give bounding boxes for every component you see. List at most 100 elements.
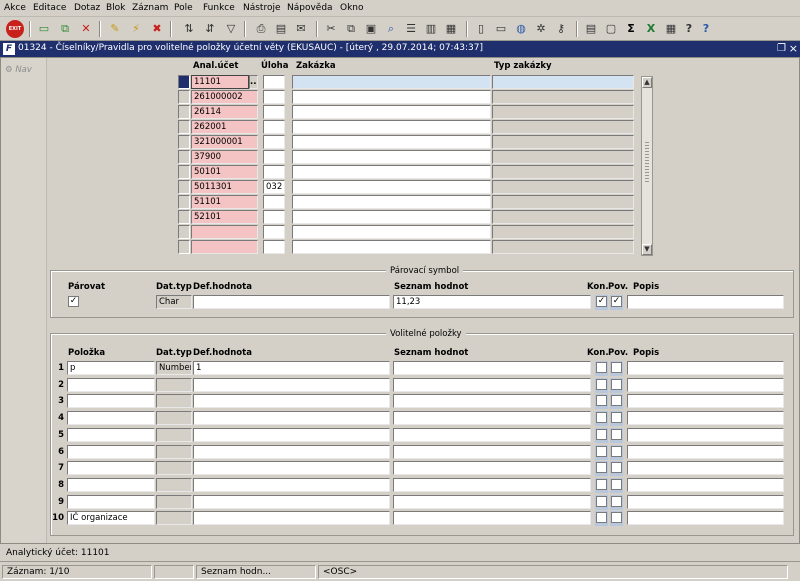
uloha-field[interactable]	[263, 105, 285, 119]
close-icon[interactable]: ×	[789, 42, 798, 55]
anal-ucet-field[interactable]	[191, 225, 258, 239]
menu-editace[interactable]: Editace	[33, 3, 66, 13]
polozka-field[interactable]	[67, 411, 155, 425]
pov-checkbox[interactable]	[611, 496, 622, 507]
polozka-field[interactable]	[67, 445, 155, 459]
anal-ucet-field[interactable]: 26114	[191, 105, 258, 119]
parovaci-pov-checkbox[interactable]: ✓	[611, 296, 622, 307]
polozka-field[interactable]	[67, 378, 155, 392]
zakazka-field[interactable]	[292, 90, 491, 104]
anal-ucet-field[interactable]: 11101	[191, 75, 249, 89]
sort-ascending-icon[interactable]: ⇅	[180, 20, 198, 38]
uloha-field[interactable]: 032	[263, 180, 285, 194]
uloha-field[interactable]	[263, 210, 285, 224]
cut-icon[interactable]: ✂	[322, 20, 340, 38]
row-selector[interactable]	[178, 150, 190, 164]
row-selector[interactable]	[178, 75, 190, 89]
columns-icon[interactable]: ▥	[422, 20, 440, 38]
filter-icon[interactable]: ▽	[222, 20, 240, 38]
seznam-hodnot-field[interactable]	[393, 461, 591, 475]
uloha-field[interactable]	[263, 135, 285, 149]
polozka-field[interactable]	[67, 478, 155, 492]
row-selector[interactable]	[178, 240, 190, 254]
popis-field[interactable]	[627, 378, 784, 392]
kon-checkbox[interactable]	[596, 479, 607, 490]
popis-field[interactable]	[627, 445, 784, 459]
zakazka-field[interactable]	[292, 120, 491, 134]
menu-blok[interactable]: Blok	[106, 3, 125, 13]
menu-akce[interactable]: Akce	[4, 3, 26, 13]
kon-checkbox[interactable]	[596, 429, 607, 440]
context-help-icon[interactable]: ?	[697, 20, 715, 38]
kon-checkbox[interactable]	[596, 412, 607, 423]
popis-field[interactable]	[627, 428, 784, 442]
note-icon[interactable]: ▢	[602, 20, 620, 38]
kon-checkbox[interactable]	[596, 446, 607, 457]
uloha-field[interactable]	[263, 90, 285, 104]
print-icon[interactable]: ⎙	[252, 20, 270, 38]
parovaci-kon-checkbox[interactable]: ✓	[596, 296, 607, 307]
insert-record-icon[interactable]: ▭	[35, 20, 53, 38]
polozka-field[interactable]	[67, 394, 155, 408]
parovaci-seznam-hodnot[interactable]: 11,23	[393, 295, 591, 309]
copy-icon[interactable]: ⧉	[342, 20, 360, 38]
print-preview-icon[interactable]: ▤	[272, 20, 290, 38]
delete-record-icon[interactable]: ✕	[77, 20, 95, 38]
kon-checkbox[interactable]	[596, 462, 607, 473]
row-selector[interactable]	[178, 120, 190, 134]
seznam-hodnot-field[interactable]	[393, 394, 591, 408]
grid-icon[interactable]: ▦	[442, 20, 460, 38]
execute-query-icon[interactable]: ⚡	[127, 20, 145, 38]
anal-ucet-field[interactable]	[191, 240, 258, 254]
popis-field[interactable]	[627, 411, 784, 425]
def-hodnota-field[interactable]	[193, 394, 390, 408]
lov-button[interactable]: ...	[249, 75, 258, 89]
anal-ucet-field[interactable]: 51101	[191, 195, 258, 209]
zakazka-field[interactable]	[292, 240, 491, 254]
row-selector[interactable]	[178, 195, 190, 209]
calendar-icon[interactable]: ▦	[662, 20, 680, 38]
duplicate-record-icon[interactable]: ⧉	[56, 20, 74, 38]
uloha-field[interactable]	[263, 150, 285, 164]
zakazka-field[interactable]	[292, 195, 491, 209]
zakazka-field[interactable]	[292, 180, 491, 194]
menu-napoveda[interactable]: Nápověda	[287, 3, 333, 13]
kon-checkbox[interactable]	[596, 496, 607, 507]
def-hodnota-field[interactable]	[193, 478, 390, 492]
def-hodnota-field[interactable]: 1	[193, 361, 390, 375]
anal-ucet-field[interactable]: 52101	[191, 210, 258, 224]
enter-query-icon[interactable]: ✎	[106, 20, 124, 38]
uloha-field[interactable]	[263, 225, 285, 239]
row-selector[interactable]	[178, 165, 190, 179]
scroll-up-icon[interactable]: ▲	[642, 77, 652, 88]
popis-field[interactable]	[627, 394, 784, 408]
pov-checkbox[interactable]	[611, 512, 622, 523]
scroll-down-icon[interactable]: ▼	[642, 244, 652, 255]
settings-icon[interactable]: ✲	[532, 20, 550, 38]
zakazka-field[interactable]	[292, 135, 491, 149]
popis-field[interactable]	[627, 478, 784, 492]
pov-checkbox[interactable]	[611, 446, 622, 457]
seznam-hodnot-field[interactable]	[393, 428, 591, 442]
def-hodnota-field[interactable]	[193, 445, 390, 459]
row-selector[interactable]	[178, 210, 190, 224]
menu-zaznam[interactable]: Záznam	[132, 3, 168, 13]
parovaci-popis[interactable]	[627, 295, 784, 309]
pov-checkbox[interactable]	[611, 395, 622, 406]
parovat-checkbox[interactable]: ✓	[68, 296, 79, 307]
zakazka-field[interactable]	[292, 150, 491, 164]
menu-pole[interactable]: Pole	[174, 3, 193, 13]
polozka-field[interactable]: IČ organizace	[67, 511, 155, 525]
seznam-hodnot-field[interactable]	[393, 411, 591, 425]
def-hodnota-field[interactable]	[193, 461, 390, 475]
seznam-hodnot-field[interactable]	[393, 361, 591, 375]
menu-nastroje[interactable]: Nástroje	[243, 3, 281, 13]
paste-icon[interactable]: ▣	[362, 20, 380, 38]
globe-icon[interactable]: ◍	[512, 20, 530, 38]
grid-scrollbar[interactable]: ▲ ▼	[641, 76, 653, 256]
row-selector[interactable]	[178, 135, 190, 149]
zakazka-field[interactable]	[292, 210, 491, 224]
cancel-query-icon[interactable]: ✖	[148, 20, 166, 38]
anal-ucet-field[interactable]: 262001	[191, 120, 258, 134]
uloha-field[interactable]	[263, 75, 285, 89]
